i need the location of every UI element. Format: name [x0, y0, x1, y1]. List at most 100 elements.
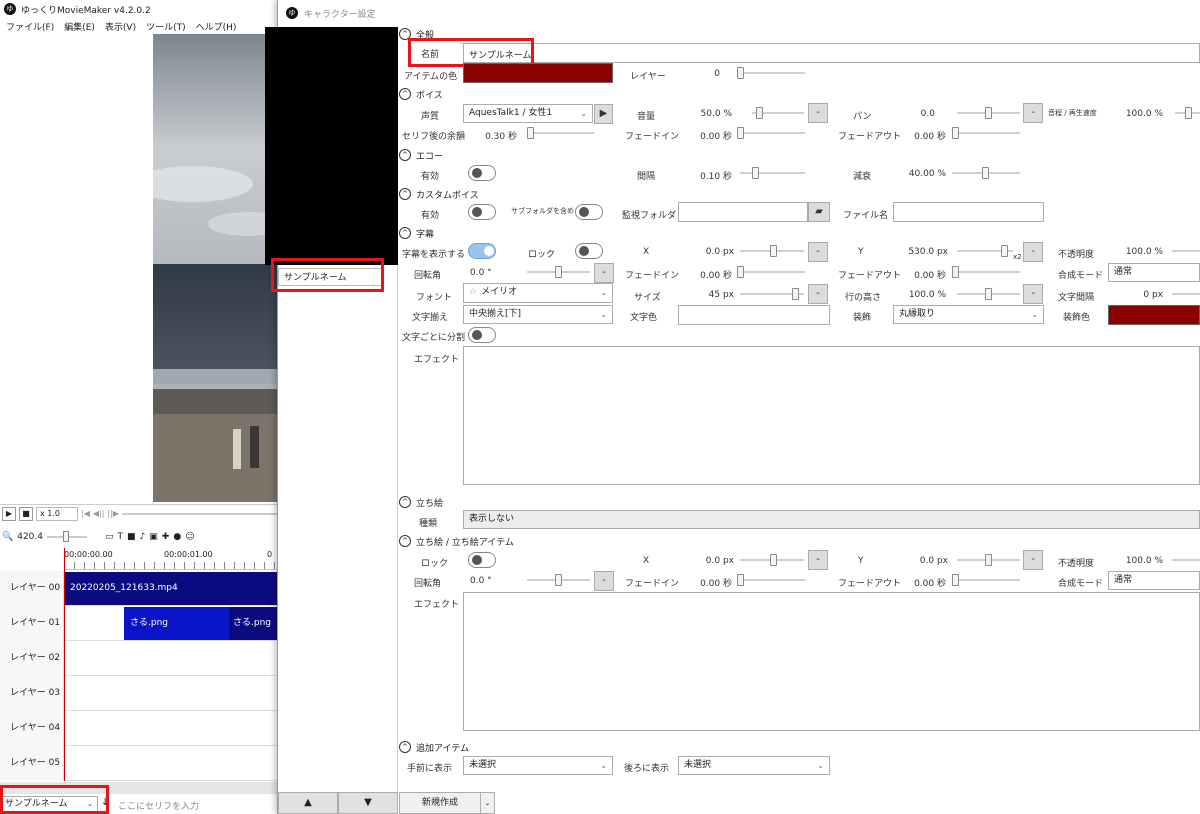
subtitle-fadeout-slider[interactable]: [952, 266, 1020, 278]
subtitle-x-slider[interactable]: [740, 245, 804, 257]
collapse-icon[interactable]: ^: [399, 88, 411, 100]
collapse-icon[interactable]: ^: [399, 535, 411, 547]
subtitle-blend-select[interactable]: 通常: [1108, 263, 1200, 282]
timeline-clip-image-2[interactable]: さる.png: [229, 607, 277, 640]
portrait-fadein-slider[interactable]: [737, 574, 805, 586]
align-select[interactable]: 中央揃え[下] ⌄: [463, 305, 613, 324]
layer-lane-2[interactable]: レイヤー 02: [0, 641, 277, 676]
pan-reset-button[interactable]: -: [1023, 103, 1043, 123]
menu-edit[interactable]: 編集(E): [64, 23, 95, 33]
front-select[interactable]: 未選択 ⌄: [463, 756, 613, 775]
play-voice-button[interactable]: ▶: [594, 104, 613, 124]
video-preview[interactable]: [153, 34, 277, 502]
portrait-rotation-slider[interactable]: [527, 574, 590, 586]
font-select[interactable]: ☆ メイリオ ⌄: [463, 283, 613, 303]
layer-lane-0[interactable]: レイヤー 00 20220205_121633.mp4: [0, 571, 277, 606]
subtitle-fadein-slider[interactable]: [737, 266, 805, 278]
watch-folder-input[interactable]: [678, 202, 808, 222]
seek-bar[interactable]: [121, 512, 277, 515]
portrait-fadeout-slider[interactable]: [952, 574, 1020, 586]
section-portrait[interactable]: ^ 立ち絵: [399, 495, 443, 509]
subtitle-y-reset-button[interactable]: -: [1023, 242, 1043, 262]
step-forward-icon[interactable]: ||▶: [107, 509, 119, 518]
menu-tools[interactable]: ツール(T): [146, 23, 186, 33]
menu-view[interactable]: 表示(V): [105, 23, 136, 33]
layer-lane-3[interactable]: レイヤー 03: [0, 676, 277, 711]
portrait-lock-toggle[interactable]: [468, 552, 496, 568]
menu-file[interactable]: ファイル(F): [6, 23, 54, 33]
line-height-reset-button[interactable]: -: [1023, 284, 1043, 304]
portrait-y-reset-button[interactable]: -: [1023, 550, 1043, 570]
move-up-button[interactable]: ▲: [278, 792, 338, 814]
portrait-x-reset-button[interactable]: -: [808, 550, 828, 570]
name-input[interactable]: サンプルネーム: [463, 43, 1200, 63]
volume-reset-button[interactable]: -: [808, 103, 828, 123]
echo-enabled-toggle[interactable]: [468, 165, 496, 181]
star-icon[interactable]: ☆: [469, 287, 477, 297]
audio-item-icon[interactable]: ♪: [140, 532, 146, 542]
back-select[interactable]: 未選択 ⌄: [678, 756, 830, 775]
subtitle-effect-list[interactable]: [463, 346, 1200, 485]
menu-help[interactable]: ヘルプ(H): [196, 23, 237, 33]
subtitle-y-slider[interactable]: [957, 245, 1013, 257]
portrait-rotation-reset-button[interactable]: -: [594, 571, 614, 591]
subtitle-rotation-reset-button[interactable]: -: [594, 263, 614, 283]
time-ruler[interactable]: 00:00:00.00 00:00:01.00 0: [64, 548, 277, 570]
split-toggle[interactable]: [468, 327, 496, 343]
section-subtitle[interactable]: ^ 字幕: [399, 226, 434, 240]
margin-slider[interactable]: [527, 127, 594, 139]
file-name-input[interactable]: [893, 202, 1044, 222]
section-portrait-item[interactable]: ^ 立ち絵 / 立ち絵アイテム: [399, 534, 514, 548]
collapse-icon[interactable]: ^: [399, 496, 411, 508]
collapse-icon[interactable]: ^: [399, 149, 411, 161]
subtitle-rotation-slider[interactable]: [527, 266, 590, 278]
face-item-icon[interactable]: ☺: [185, 532, 194, 542]
chevron-down-icon[interactable]: ⌄: [480, 793, 494, 813]
subtitle-lock-toggle[interactable]: [575, 243, 603, 259]
timeline-clip-image-1[interactable]: さる.png: [124, 607, 229, 640]
play-icon[interactable]: ▶: [2, 506, 16, 521]
image-item-icon[interactable]: ▣: [149, 532, 158, 542]
show-subtitle-toggle[interactable]: [468, 243, 496, 259]
size-reset-button[interactable]: -: [808, 284, 828, 304]
item-color-swatch[interactable]: [463, 63, 613, 83]
section-echo[interactable]: ^ エコー: [399, 148, 443, 162]
collapse-icon[interactable]: ^: [399, 188, 411, 200]
step-back-icon[interactable]: ◀||: [93, 509, 105, 518]
layer-lane-5[interactable]: レイヤー 05: [0, 746, 277, 781]
subfolder-toggle[interactable]: [575, 204, 603, 220]
decoration-select[interactable]: 丸縁取り ⌄: [893, 305, 1044, 324]
size-slider[interactable]: [740, 288, 804, 300]
shape-item-icon[interactable]: ✚: [162, 532, 170, 542]
text-color-swatch[interactable]: [678, 305, 830, 325]
voice-select[interactable]: AquesTalk1 / 女性1 ⌄: [463, 104, 593, 123]
line-height-slider[interactable]: [957, 288, 1020, 300]
subtitle-x-reset-button[interactable]: -: [808, 242, 828, 262]
speed-slider[interactable]: [1175, 107, 1200, 119]
portrait-item-icon[interactable]: ●: [173, 532, 181, 542]
layer-lane-1[interactable]: レイヤー 01 さる.png さる.png: [0, 606, 277, 641]
skip-start-icon[interactable]: |◀: [81, 509, 90, 518]
timeline-clip-video[interactable]: 20220205_121633.mp4: [64, 572, 277, 605]
portrait-effect-list[interactable]: [463, 592, 1200, 731]
decoration-color-swatch[interactable]: [1108, 305, 1200, 325]
section-custom-voice[interactable]: ^ カスタムボイス: [399, 187, 479, 201]
collapse-icon[interactable]: ^: [399, 227, 411, 239]
text-item-icon[interactable]: T: [118, 532, 124, 542]
layer-lane-4[interactable]: レイヤー 04: [0, 711, 277, 746]
collapse-icon[interactable]: ^: [399, 741, 411, 753]
speed-select[interactable]: x 1.0: [36, 506, 78, 521]
comment-icon[interactable]: ▭: [105, 532, 114, 542]
dialogue-input[interactable]: ここにセリフを入力: [118, 799, 199, 812]
section-additional[interactable]: ^ 追加アイテム: [399, 740, 469, 754]
portrait-type-select[interactable]: 表示しない: [463, 510, 1200, 529]
video-item-icon[interactable]: ■: [127, 532, 136, 542]
echo-interval-slider[interactable]: [740, 167, 805, 179]
char-spacing-slider[interactable]: [1172, 288, 1200, 300]
portrait-opacity-slider[interactable]: [1172, 554, 1200, 566]
folder-browse-button[interactable]: ▰: [808, 202, 830, 222]
portrait-blend-select[interactable]: 通常: [1108, 571, 1200, 590]
playhead[interactable]: [64, 548, 65, 781]
echo-decay-slider[interactable]: [952, 167, 1020, 179]
layer-slider[interactable]: [737, 67, 805, 79]
